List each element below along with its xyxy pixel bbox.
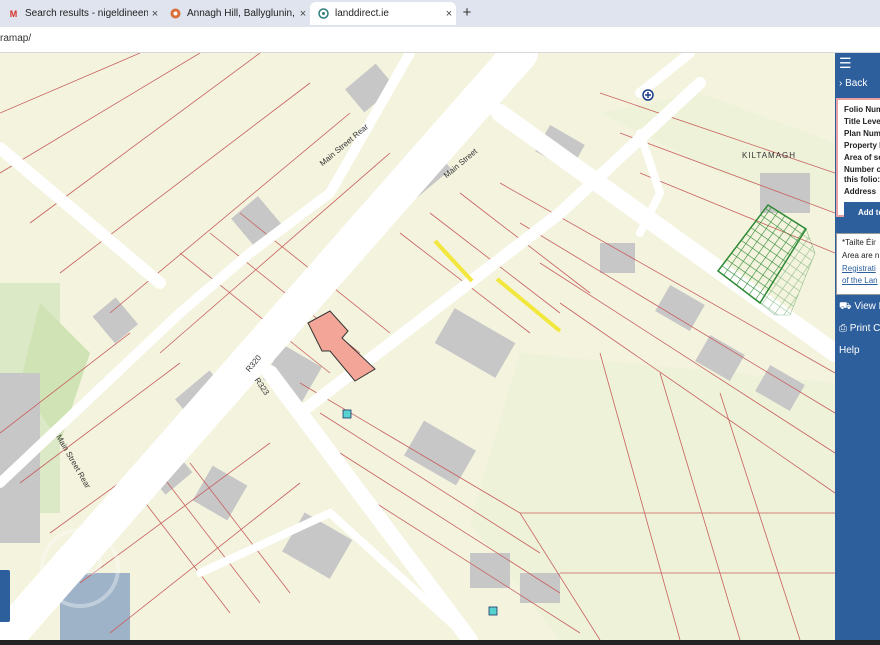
note-line: Area are n	[842, 251, 880, 260]
taskbar-strip	[0, 640, 880, 645]
gmail-icon: M	[9, 8, 18, 19]
tab-label: Annagh Hill, Ballyglunin, Tuam	[187, 8, 296, 19]
close-icon[interactable]: ×	[148, 8, 162, 20]
tab-landdirect[interactable]: landdirect.ie ×	[310, 2, 456, 25]
view-button[interactable]: ⛟ View E	[839, 301, 880, 314]
url-text: ramap/	[0, 33, 32, 44]
help-link[interactable]: Help	[839, 345, 860, 356]
note-line: *Tailte Éir	[842, 238, 876, 247]
registration-link[interactable]: Registrati	[842, 264, 876, 273]
folio-row: Area of se	[844, 153, 880, 162]
map-canvas[interactable]	[0, 53, 835, 640]
folio-info-box: Folio Num Title Level Plan Num Property …	[836, 98, 880, 224]
yellow-right-of-way	[433, 239, 474, 283]
back-button[interactable]: › Back	[839, 78, 867, 89]
close-icon[interactable]: ×	[296, 8, 310, 20]
site-icon	[170, 8, 181, 19]
folio-row: Plan Num	[844, 129, 880, 138]
close-icon[interactable]: ×	[442, 8, 456, 20]
place-label: KILTAMAGH	[742, 151, 797, 160]
folio-row: this folio:	[844, 175, 880, 184]
tab-annagh-hill[interactable]: Annagh Hill, Ballyglunin, Tuam ×	[162, 2, 310, 25]
side-panel: ☰ › Back Folio Num Title Level Plan Num …	[835, 53, 880, 640]
browser-tab-bar: M Search results - nigeldineenauc × Anna…	[0, 0, 880, 27]
back-label: Back	[845, 78, 868, 89]
map-marker	[342, 409, 352, 419]
add-to-button[interactable]: Add to	[844, 202, 880, 224]
map-side-button[interactable]	[0, 570, 10, 622]
tab-label: landdirect.ie	[335, 8, 389, 19]
print-icon: ⎙	[839, 323, 850, 334]
view-label: View E	[854, 301, 880, 312]
cart-icon: ⛟	[839, 301, 855, 312]
folio-row: Address	[844, 187, 877, 196]
landdirect-icon	[318, 8, 329, 19]
tab-label: Search results - nigeldineenauc	[25, 8, 148, 19]
menu-icon[interactable]: ☰	[839, 55, 852, 72]
yellow-right-of-way	[495, 277, 562, 333]
folio-row: Number o	[844, 165, 880, 174]
print-label: Print C	[849, 323, 880, 334]
print-button[interactable]: ⎙ Print C	[839, 323, 880, 334]
map-view[interactable]: Main Street Rear Main Street R320 R323 M…	[0, 53, 835, 640]
land-link[interactable]: of the Lan	[842, 276, 878, 285]
tab-gmail[interactable]: M Search results - nigeldineenauc ×	[0, 2, 162, 25]
folio-row: Title Level	[844, 117, 880, 126]
new-tab-button[interactable]: +	[458, 4, 476, 22]
disclaimer-note: *Tailte Éir Area are n Registrati of the…	[836, 233, 880, 295]
map-marker	[488, 606, 498, 616]
folio-row: Folio Num	[844, 105, 880, 114]
folio-row: Property N	[844, 141, 880, 150]
address-bar[interactable]: ramap/	[0, 27, 880, 53]
